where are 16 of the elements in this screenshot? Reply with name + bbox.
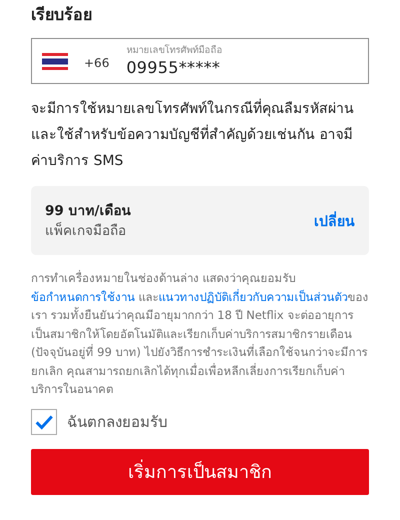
country-code: +66 xyxy=(84,56,110,70)
terms-paragraph: การทำเครื่องหมายในช่องด้านล่าง แสดงว่าคุณยอมรับ ข้อกำหนดการใช้งาน และแนวทางปฏิบัติเกี่ยวกับความเป็นส่วนตัวของเรา รวมทั้งยืนยันว่าคุณมีอายุมากกว่า 18 ปี Netflix จะต่ออายุการเป็นสมาชิกให้โดยอัตโนมัติและเรียกเก็บค่าบริการสมาชิกรายเดือน (ปัจจุบันอยู่ที่ 99 บาท) ไปยังวิธีการชำระเงินที่เลือกใช้จนกว่าจะมีการยกเลิก คุณสามารถยกเลิกได้ทุกเมื่อเพื่อหลีกเลี่ยงการเรียกเก็บค่าบริการในอนาคต xyxy=(31,269,369,398)
start-membership-button[interactable]: เริ่มการเป็นสมาชิก xyxy=(31,448,369,494)
plan-name: แพ็คเกจมือถือ xyxy=(45,221,127,240)
agree-checkbox[interactable] xyxy=(31,408,57,434)
flag-icon xyxy=(42,52,68,70)
phone-field[interactable]: +66 หมายเลขโทรศัพท์มือถือ 09955***** xyxy=(31,38,369,84)
page-heading: เรียบร้อย xyxy=(31,4,93,26)
phone-label: หมายเลขโทรศัพท์มือถือ xyxy=(126,44,222,57)
terms-link[interactable]: แนวทางปฏิบัติเกี่ยวกับความเป็นส่วนตัว xyxy=(158,290,348,304)
phone-value: 09955***** xyxy=(126,57,222,78)
terms-link[interactable]: ข้อกำหนดการใช้งาน xyxy=(31,290,135,304)
sms-notice: จะมีการใช้หมายเลขโทรศัพท์ในกรณีที่คุณลืมรหัสผ่านและใช้สำหรับข้อความบัญชีที่สำคัญด้วยเช่นกัน อาจมีค่าบริการ SMS xyxy=(31,96,369,174)
plan-price: 99 บาท/เดือน xyxy=(45,202,130,220)
change-link[interactable]: เปลี่ยน xyxy=(314,210,355,232)
agree-label: ฉันตกลงยอมรับ xyxy=(67,412,168,432)
